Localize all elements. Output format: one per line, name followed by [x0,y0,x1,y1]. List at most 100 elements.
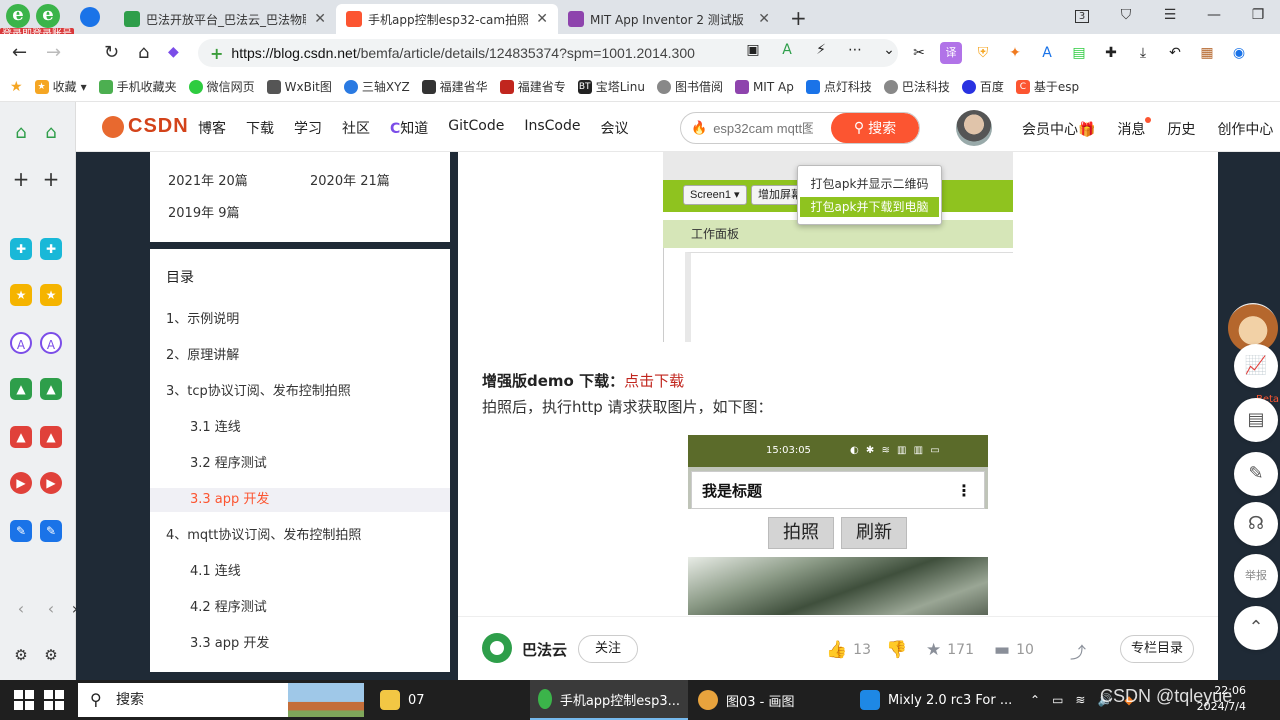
minimize-icon[interactable]: — [1192,0,1236,30]
bookmark-item[interactable]: 百度 [961,78,1004,95]
chart-icon[interactable]: 📈 [1234,344,1278,388]
ai-assistant-icon[interactable]: A [40,332,62,354]
plus-app-icon[interactable]: ✚ [40,238,62,260]
shield-icon[interactable]: ⛨ [972,42,994,64]
toc-item[interactable]: 1、示例说明 [150,308,450,332]
sync-icon[interactable]: ◉ [1228,42,1250,64]
tab-count-icon[interactable]: 3 [1060,0,1104,30]
report-button[interactable]: 举报 [1234,554,1278,598]
toc-item[interactable]: 4.2 程序测试 [150,596,450,620]
nav-inscode[interactable]: InsCode [524,118,580,138]
toc-item[interactable]: 3.1 连线 [150,416,450,440]
star-icon[interactable]: ★ [10,79,23,95]
nav-download[interactable]: 下载 [246,118,274,138]
bookmark-item[interactable]: 福建省华 [421,78,488,95]
archive-2021[interactable]: 2021年 20篇 [168,170,248,189]
app-icon[interactable]: A [1036,42,1058,64]
toc-item[interactable]: 4.1 连线 [150,560,450,584]
bookmark-item[interactable]: 三轴XYZ [343,78,410,95]
add-icon[interactable]: + [40,168,62,190]
search-button[interactable]: ⚲ 搜索 [831,113,919,143]
nav-know[interactable]: C知道 [390,118,428,138]
wifi-icon[interactable]: ≋ [1075,693,1085,707]
messages-link[interactable]: 消息 [1117,117,1152,139]
chevron-left-icon[interactable]: ‹ [10,598,32,620]
bookmark-item[interactable]: BT 宝塔Linu [577,78,645,95]
video-ai-icon[interactable]: ▶ [40,472,62,494]
more-icon[interactable]: ⋯ [844,39,866,61]
url-text[interactable]: https://blog.csdn.net/bemfa/article/deta… [231,45,695,61]
home-icon[interactable]: ⌂ [138,42,149,63]
bookmark-item[interactable]: 微信网页 [188,78,255,95]
battery-icon[interactable]: ▭ [1052,693,1063,707]
favorite-button[interactable]: ★ 171 [926,640,974,660]
history-link[interactable]: 历史 [1167,119,1195,139]
toc-item[interactable]: 3.3 app 开发 [150,632,450,656]
like-button[interactable]: 👍 13 [826,640,871,660]
bookmark-item[interactable]: 点灯科技 [805,78,872,95]
user-avatar[interactable] [956,110,992,146]
bookmark-item[interactable]: C 基于esp [1015,78,1079,95]
menu-icon[interactable]: ☰ [1148,0,1192,30]
nav-community[interactable]: 社区 [342,118,370,138]
video-ai-icon[interactable]: ▶ [10,472,32,494]
nav-gitcode[interactable]: GitCode [448,118,504,138]
ai-tool-icon[interactable]: ▤ [1234,398,1278,442]
puzzle-icon[interactable]: ✚ [1100,42,1122,64]
restore-icon[interactable]: ❐ [1236,0,1280,30]
close-tab-icon[interactable]: ✕ [536,11,548,27]
pdf-ai-icon[interactable]: ▲ [40,426,62,448]
settings-icon[interactable]: ⚙ [40,644,62,666]
windows-start-icon[interactable] [14,690,34,710]
download-link[interactable]: 点击下载 [624,372,684,390]
column-toc-button[interactable]: 专栏目录 [1120,635,1194,663]
image-ai-icon[interactable]: ▲ [40,378,62,400]
wechat-ext-icon[interactable]: ▤ [1068,42,1090,64]
translate-icon[interactable]: A [776,39,798,61]
windows-start-icon-2[interactable] [44,690,64,710]
toc-item[interactable]: 3.2 程序测试 [150,452,450,476]
ai-icon[interactable]: ◆ [168,44,179,60]
edit-ai-icon[interactable]: ✎ [10,520,32,542]
archive-2020[interactable]: 2020年 21篇 [310,170,390,189]
close-tab-icon[interactable]: ✕ [314,11,326,27]
vip-center-link[interactable]: 会员中心🎁 [1022,119,1095,139]
bookmark-item[interactable]: MIT Ap [734,79,794,94]
lightning-icon[interactable]: ⚡ [810,39,832,61]
game-icon[interactable]: ✦ [1004,42,1026,64]
taskbar-search[interactable]: 搜索 [78,683,364,717]
favorites-icon[interactable]: ★ [40,284,62,306]
undo-icon[interactable]: ↶ [1164,42,1186,64]
home-icon[interactable]: ⌂ [40,122,62,144]
bookmark-item[interactable]: 巴法科技 [883,78,950,95]
nav-meeting[interactable]: 会议 [601,118,629,138]
favorites-icon[interactable]: ★ [10,284,32,306]
tab-mit-app-inventor[interactable]: MIT App Inventor 2 测试版 ✕ [558,4,780,34]
close-tab-icon[interactable]: ✕ [758,11,770,27]
toc-item-active[interactable]: 3.3 app 开发 [150,488,450,512]
taskbar-item-folder[interactable]: 07 [372,680,522,720]
tab-csdn-article[interactable]: 手机app控制esp32-cam拍照 ✕ [336,4,558,34]
edit-note-icon[interactable]: ✎ [1234,452,1278,496]
settings-icon[interactable]: ⚙ [10,644,32,666]
archive-2019[interactable]: 2019年 9篇 [168,202,240,221]
bookmark-item[interactable]: 福建省专 [499,78,566,95]
follow-button[interactable]: 关注 [578,635,638,663]
taskbar-item-paint[interactable]: 图03 - 画图 [690,680,850,720]
add-icon[interactable]: + [10,168,32,190]
author-name[interactable]: 巴法云 [522,639,567,660]
nav-blog[interactable]: 博客 [198,118,226,138]
image-ai-icon[interactable]: ▲ [10,378,32,400]
pinned-tab-icon[interactable] [80,7,100,27]
translate-ext-icon[interactable]: 译 [940,42,962,64]
plus-app-icon[interactable]: ✚ [10,238,32,260]
home-icon[interactable]: ⌂ [10,122,32,144]
scissors-icon[interactable]: ✂ [908,42,930,64]
edit-ai-icon[interactable]: ✎ [40,520,62,542]
chevron-left-icon[interactable]: ‹ [40,598,62,620]
headset-icon[interactable]: ☊ [1234,502,1278,546]
reload-icon[interactable]: ↻ [104,42,119,63]
new-tab-button[interactable]: + [790,6,807,30]
tab-bemfa[interactable]: 巴法开放平台_巴法云_巴法物联 ✕ [114,4,336,34]
bookmark-item[interactable]: WxBit图 [266,78,332,95]
